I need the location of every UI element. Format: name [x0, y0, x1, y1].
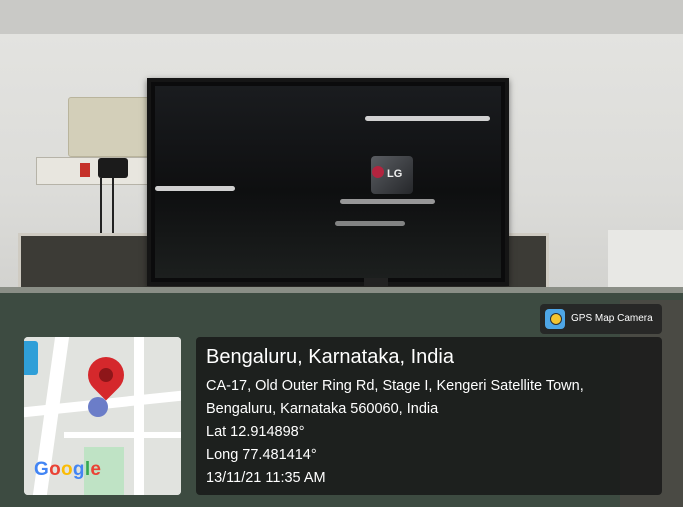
- light-reflection: [340, 199, 435, 204]
- map-road: [134, 337, 144, 495]
- light-reflection: [365, 116, 490, 121]
- power-plug: [98, 158, 128, 178]
- lg-logo: LG: [371, 156, 413, 194]
- tv-screen: LG: [155, 86, 501, 278]
- lg-logo-icon: [372, 166, 384, 178]
- electrical-panel-box: [68, 97, 154, 157]
- timestamp: 13/11/21 11:35 AM: [206, 470, 326, 486]
- tv-stand: [364, 278, 388, 286]
- gps-map-camera-app-icon: [545, 309, 565, 329]
- location-map-thumbnail: Google: [24, 337, 181, 495]
- window-right: [608, 230, 683, 294]
- red-switch: [80, 163, 90, 177]
- latitude: Lat 12.914898°: [206, 424, 305, 440]
- longitude: Long 77.481414°: [206, 447, 317, 463]
- gps-map-camera-badge: GPS Map Camera: [540, 304, 662, 334]
- light-reflection: [335, 221, 405, 226]
- television: LG: [147, 78, 509, 286]
- light-reflection: [155, 186, 235, 191]
- power-socket-strip: [36, 157, 150, 185]
- location-title: Bengaluru, Karnataka, India: [206, 346, 454, 368]
- google-logo: Google: [34, 459, 102, 480]
- ceiling: [0, 0, 683, 34]
- tv-brand-text: LG: [387, 168, 403, 180]
- badge-label: GPS Map Camera: [571, 313, 653, 324]
- map-road: [64, 432, 181, 438]
- location-info-panel: Bengaluru, Karnataka, India CA-17, Old O…: [196, 337, 662, 495]
- address-line-1: CA-17, Old Outer Ring Rd, Stage I, Kenge…: [206, 378, 584, 394]
- address-line-2: Bengaluru, Karnataka 560060, India: [206, 401, 439, 417]
- map-side-tab: [24, 341, 38, 375]
